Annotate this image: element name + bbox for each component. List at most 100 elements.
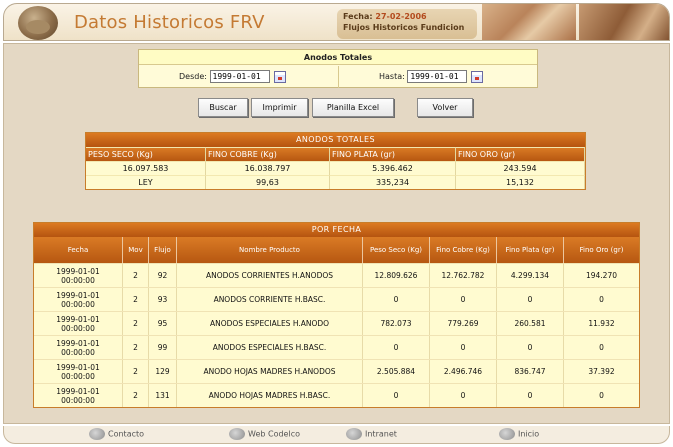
main-content: Anodos Totales Desde: 1999-01-01 Hasta: … [3,43,670,424]
column-header: PESO SECO (Kg) [86,147,206,161]
imprimir-button[interactable]: Imprimir [251,98,308,117]
column-header: Nombre Producto [177,237,363,263]
header-subtitle: Flujos Historicos Fundicion [343,23,465,32]
hasta-label: Hasta: [379,72,405,81]
table-cell: 1999-01-01 00:00:00 [34,288,123,311]
planilla-excel-button[interactable]: Planilla Excel [312,98,394,117]
cell-time: 00:00:00 [61,275,95,285]
table-cell: LEY [86,175,206,189]
table-cell: 779.269 [430,312,497,335]
table-cell: ANODO HOJAS MADRES H.ANODOS [177,360,363,383]
cell-time: 00:00:00 [61,323,95,333]
table-row: LEY 99,63 335,234 15,132 [86,175,585,189]
volver-button[interactable]: Volver [417,98,473,117]
table-cell: ANODOS CORRIENTES H.ANODOS [177,264,363,287]
table-cell: 12.762.782 [430,264,497,287]
page-header: Datos Historicos FRV Fecha: 27-02-2006 F… [3,3,670,41]
cell-date: 1999-01-01 [56,290,100,300]
table-cell: 4.299.134 [497,264,564,287]
app-title: Datos Historicos FRV [74,12,265,33]
column-header: FINO COBRE (Kg) [206,147,330,161]
column-header: FINO ORO (gr) [456,147,585,161]
table-cell: 11.932 [588,319,615,328]
column-header: Fino Cobre (Kg) [430,237,497,263]
globe-icon [346,428,362,440]
table-cell: 260.581 [497,312,564,335]
table-cell: 131 [149,384,177,407]
cell-time: 00:00:00 [61,299,95,309]
table-cell: 243.594 [456,161,585,175]
table-cell: 99 [149,336,177,359]
contacto-label: Contacto [108,429,145,439]
table-cell: 2 [123,384,149,407]
buscar-button[interactable]: Buscar [198,98,248,117]
cell-time: 00:00:00 [61,347,95,357]
table-cell: 37.392 [588,367,615,376]
cell-date: 1999-01-01 [56,314,100,324]
cell-date: 1999-01-01 [56,386,100,396]
fecha-value: 27-02-2006 [375,12,427,21]
table-cell: 0 [430,336,497,359]
header-photo-icon [579,4,669,40]
table-cell: 92 [149,264,177,287]
table-row: 1999-01-01 00:00:00 2 99 ANODOS ESPECIALES H… [34,335,639,359]
contacto-link[interactable]: Contacto [89,428,144,441]
table-cell: ANODOS ESPECIALES H.ANODO [177,312,363,335]
table-row: 16.097.583 16.038.797 5.396.462 243.594 [86,161,585,175]
table-row: 1999-01-01 00:00:00 2 129 ANODO HOJAS MADRES… [34,359,639,383]
table-cell: 95 [149,312,177,335]
table-cell: 99,63 [206,175,330,189]
desde-input[interactable]: 1999-01-01 [209,70,270,83]
globe-icon [89,428,105,440]
header-photo-icon [482,4,576,40]
intranet-link[interactable]: Intranet [346,428,397,441]
table-cell: 15,132 [456,175,585,189]
table-header-row: PESO SECO (Kg) FINO COBRE (Kg) FINO PLAT… [86,147,585,161]
table-cell: 0 [363,288,430,311]
table-cell: 0 [363,336,430,359]
table-cell: 0 [599,343,604,352]
hasta-input[interactable]: 1999-01-01 [407,70,468,83]
search-panel: Anodos Totales Desde: 1999-01-01 Hasta: … [138,49,538,88]
codelco-logo-icon [18,6,58,40]
column-header: Flujo [149,237,177,263]
inicio-link[interactable]: Inicio [499,428,539,441]
por-fecha-table: POR FECHA Fecha Mov Flujo Nombre Product… [33,222,640,408]
table-title: ANODOS TOTALES [86,133,585,147]
globe-icon [499,428,515,440]
column-header: Peso Seco (Kg) [363,237,430,263]
web-codelco-label: Web Codelco [248,429,300,439]
table-cell: 0 [497,288,564,311]
calendar-icon[interactable] [471,70,484,83]
header-info: Fecha: 27-02-2006 Flujos Historicos Fund… [337,9,477,39]
table-cell: 2 [123,312,149,335]
table-cell: 93 [149,288,177,311]
table-cell: 782.073 [363,312,430,335]
desde-cell: Desde: 1999-01-01 [139,66,339,88]
hasta-cell: Hasta: 1999-01-01 [339,66,537,88]
table-body: 1999-01-01 00:00:00 2 92 ANODOS CORRIENTES H… [34,263,639,407]
table-cell: 2 [123,360,149,383]
globe-icon [229,428,245,440]
calendar-icon[interactable] [273,70,286,83]
table-cell: 0 [497,336,564,359]
table-cell: ANODOS ESPECIALES H.BASC. [177,336,363,359]
table-cell: 0 [599,391,604,400]
table-cell: 0 [363,384,430,407]
table-cell: 836.747 [497,360,564,383]
cell-date: 1999-01-01 [56,266,100,276]
web-codelco-link[interactable]: Web Codelco [229,428,300,441]
table-cell: ANODO HOJAS MADRES H.BASC. [177,384,363,407]
table-cell: 0 [430,288,497,311]
table-cell: 2.496.746 [430,360,497,383]
table-cell: 194.270 [585,271,617,280]
table-cell: 2 [123,264,149,287]
column-header: Fecha [34,237,123,263]
table-header-row: Fecha Mov Flujo Nombre Producto Peso Sec… [34,237,639,263]
column-header: Fino Oro (gr) [564,237,639,263]
column-header: Mov [123,237,149,263]
table-cell: 1999-01-01 00:00:00 [34,312,123,335]
column-header: FINO PLATA (gr) [330,147,456,161]
inicio-label: Inicio [518,429,540,439]
table-cell: 12.809.626 [363,264,430,287]
